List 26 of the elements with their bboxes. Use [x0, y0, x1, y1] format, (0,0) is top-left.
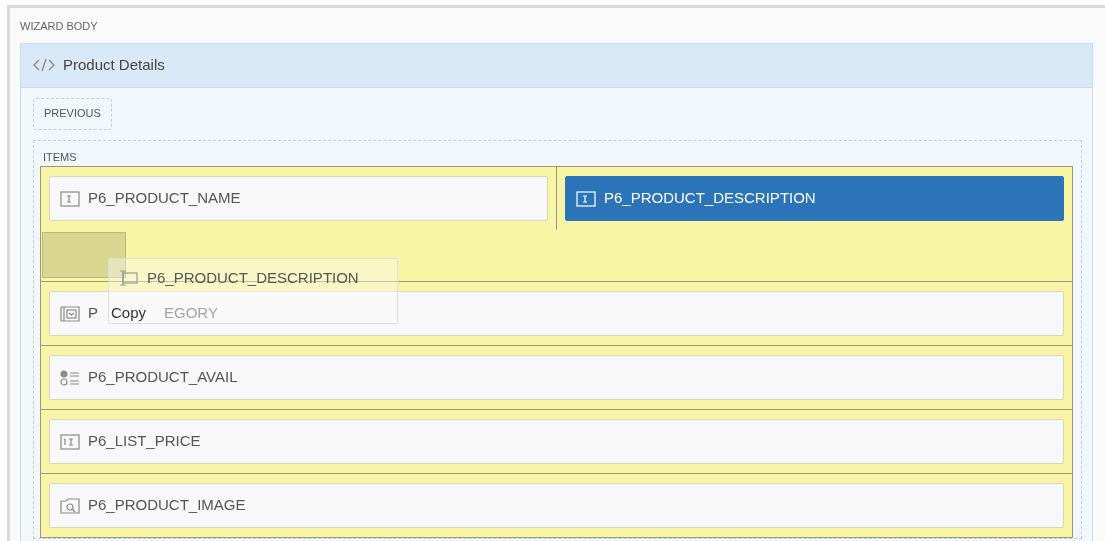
item-name: P6_PRODUCT_IMAGE: [88, 495, 246, 516]
ghost-item-name: P6_PRODUCT_DESCRIPTION: [147, 268, 359, 288]
page-item[interactable]: P6_PRODUCT_DESCRIPTION: [565, 176, 1064, 221]
copy-label: Copy: [111, 302, 147, 323]
item-name: P6_PRODUCT_DESCRIPTION: [604, 188, 816, 209]
panel-title: Product Details: [63, 54, 165, 75]
page-item[interactable]: P6_LIST_PRICE: [49, 419, 1064, 464]
page-item[interactable]: P6_PRODUCT_AVAIL: [49, 355, 1064, 400]
item-name: P6_LIST_PRICE: [88, 431, 201, 452]
text-field-icon: [60, 190, 80, 207]
number-field-icon: [60, 433, 80, 450]
item-name: P6_PRODUCT_AVAIL: [88, 367, 238, 388]
text-area-icon: [119, 270, 139, 287]
page-item[interactable]: P6_PRODUCT_NAME: [49, 176, 548, 221]
previous-button[interactable]: PREVIOUS: [33, 97, 112, 130]
page-item[interactable]: P6_PRODUCT_IMAGE: [49, 483, 1064, 528]
radio-group-icon: [60, 369, 80, 386]
item-name: P: [88, 303, 98, 324]
select-list-icon: [60, 305, 80, 322]
region-label: WIZARD BODY: [20, 19, 98, 34]
items-label: ITEMS: [42, 149, 78, 165]
item-name-fragment: EGORY: [164, 303, 218, 324]
code-icon: [33, 58, 55, 72]
text-field-icon: [576, 190, 596, 207]
image-upload-icon: [60, 497, 80, 514]
item-name: P6_PRODUCT_NAME: [88, 188, 241, 209]
